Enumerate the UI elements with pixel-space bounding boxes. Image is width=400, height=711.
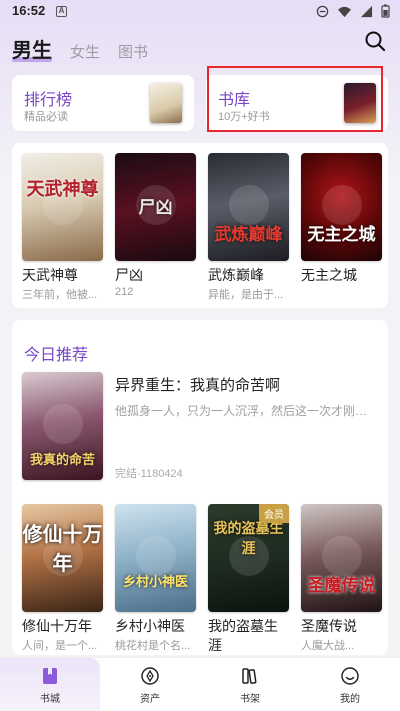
- signal-icon: [360, 5, 373, 17]
- book-item[interactable]: 尸凶 尸凶 212: [115, 153, 196, 302]
- book-item[interactable]: 乡村小神医 乡村小神医 桃花村是个名...: [115, 504, 196, 656]
- book-subtitle: 异能，是由于...: [208, 289, 284, 301]
- nav-label: 书架: [240, 694, 260, 705]
- book-title: 我的盗墓生涯: [208, 618, 278, 653]
- book-cover: 武炼巅峰: [208, 153, 289, 261]
- featured-meta: 完结·1180424: [115, 468, 183, 480]
- top-books-panel: 天武神尊 天武神尊 三年前，他被... 尸凶 尸凶 212 武炼巅峰 武炼巅峰 …: [12, 143, 388, 308]
- ranking-cover: [150, 83, 182, 123]
- book-item[interactable]: 武炼巅峰 武炼巅峰 异能，是由于...: [208, 153, 289, 302]
- status-bar: 16:52 A: [0, 0, 400, 24]
- book-icon: [43, 668, 57, 684]
- ranking-subtitle: 精品必读: [24, 111, 68, 123]
- book-title: 尸凶: [115, 267, 143, 283]
- featured-cover: 我真的命苦: [22, 372, 103, 480]
- library-subtitle: 10万+好书: [218, 111, 270, 123]
- book-subtitle: 212: [115, 286, 134, 298]
- top-books-grid: 天武神尊 天武神尊 三年前，他被... 尸凶 尸凶 212 武炼巅峰 武炼巅峰 …: [22, 153, 382, 302]
- nav-label: 我的: [340, 694, 360, 705]
- section-title: 今日推荐: [24, 347, 89, 364]
- ranking-title: 排行榜: [24, 92, 73, 109]
- book-cover: 无主之城: [301, 153, 382, 261]
- book-title: 修仙十万年: [22, 618, 92, 634]
- book-title: 天武神尊: [22, 267, 78, 283]
- book-item[interactable]: 我的盗墓生涯 会员 我的盗墓生涯: [208, 504, 289, 656]
- book-item[interactable]: 修仙十万年 修仙十万年 人间，是一个...: [22, 504, 103, 656]
- featured-description: 他孤身一人，只为一人沉浮，然后这一次才刚刚开始。: [115, 404, 375, 418]
- tab-female[interactable]: 女生: [70, 41, 100, 62]
- battery-icon: [381, 4, 390, 18]
- library-cover: [344, 83, 376, 123]
- smile-icon: [341, 667, 359, 685]
- book-subtitle: 人魔大战...: [301, 640, 355, 652]
- book-cover: 尸凶: [115, 153, 196, 261]
- recommend-grid: 修仙十万年 修仙十万年 人间，是一个... 乡村小神医 乡村小神医 桃花村是个名…: [22, 504, 382, 656]
- nav-label: 书城: [40, 694, 60, 705]
- tab-books[interactable]: 图书: [118, 41, 148, 62]
- library-card[interactable]: 书库 10万+好书: [206, 75, 388, 131]
- featured-book[interactable]: 我真的命苦 异界重生：我真的命苦啊 他孤身一人，只为一人沉浮，然后这一次才刚刚开…: [22, 372, 378, 480]
- book-subtitle: 三年前，他被...: [22, 289, 98, 301]
- book-subtitle: 人间，是一个...: [22, 640, 98, 652]
- book-item[interactable]: 无主之城 无主之城: [301, 153, 382, 302]
- nav-bookstore[interactable]: 书城: [0, 658, 100, 711]
- tab-male[interactable]: 男生: [12, 34, 52, 63]
- book-title: 乡村小神医: [115, 618, 185, 634]
- book-item[interactable]: 天武神尊 天武神尊 三年前，他被...: [22, 153, 103, 302]
- book-subtitle: 桃花村是个名...: [115, 640, 191, 652]
- featured-title: 异界重生：我真的命苦啊: [115, 377, 281, 394]
- recommend-panel: 今日推荐 我真的命苦 异界重生：我真的命苦啊 他孤身一人，只为一人沉浮，然后这一…: [12, 320, 388, 655]
- notification-icon: A: [56, 6, 67, 17]
- book-cover: 圣魔传说: [301, 504, 382, 612]
- wifi-icon: [338, 6, 351, 17]
- status-icons: [316, 4, 390, 18]
- book-cover: 天武神尊: [22, 153, 103, 261]
- vip-badge: 会员: [259, 504, 289, 523]
- book-title: 无主之城: [301, 267, 357, 283]
- nav-bookshelf[interactable]: 书架: [200, 658, 300, 711]
- search-button[interactable]: [364, 30, 386, 52]
- status-time: 16:52: [12, 3, 46, 18]
- nav-label: 资产: [140, 694, 160, 705]
- book-item[interactable]: 圣魔传说 圣魔传说 人魔大战...: [301, 504, 382, 656]
- dnd-icon: [316, 5, 329, 17]
- library-title: 书库: [218, 92, 251, 109]
- bookshelf-icon: [242, 668, 257, 684]
- top-tabs: 男生 女生 图书: [12, 34, 148, 63]
- bottom-nav: 书城 资产 书架 我的: [0, 657, 400, 711]
- compass-icon: [141, 667, 159, 685]
- book-title: 武炼巅峰: [208, 267, 264, 283]
- book-cover: 我的盗墓生涯 会员: [208, 504, 289, 612]
- book-title: 圣魔传说: [301, 618, 357, 634]
- search-icon: [365, 31, 386, 52]
- nav-me[interactable]: 我的: [300, 658, 400, 711]
- book-cover: 乡村小神医: [115, 504, 196, 612]
- book-cover: 修仙十万年: [22, 504, 103, 612]
- ranking-card[interactable]: 排行榜 精品必读: [12, 75, 194, 131]
- nav-assets[interactable]: 资产: [100, 658, 200, 711]
